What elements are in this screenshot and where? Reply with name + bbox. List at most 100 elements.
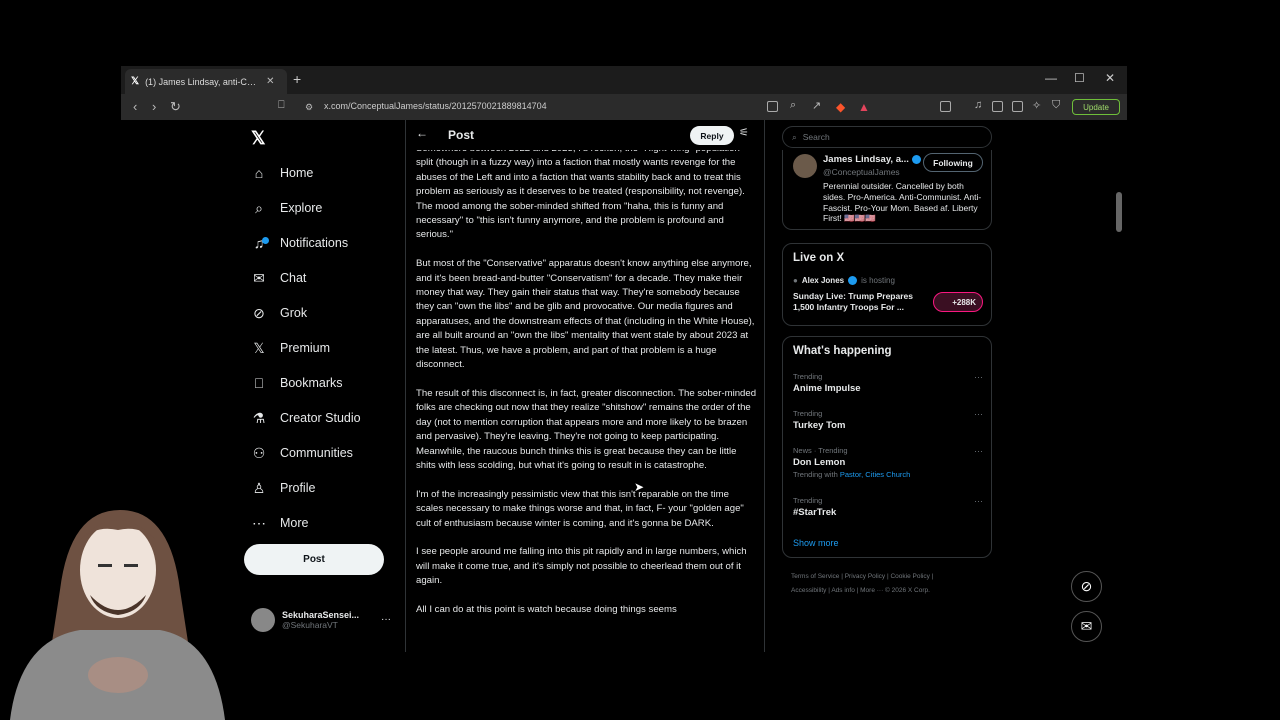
trend-meta: News · Trending bbox=[793, 446, 848, 455]
leo-icon[interactable]: ✧ bbox=[1032, 99, 1041, 112]
post-paragraph: Somewhere between 2022 and 2023, I'd rec… bbox=[416, 143, 745, 241]
nav-label: Creator Studio bbox=[280, 411, 361, 425]
nav-more[interactable]: ⋯ More bbox=[251, 511, 308, 535]
trend-item[interactable]: Trending Anime Impulse ··· bbox=[793, 372, 983, 394]
trend-more-icon[interactable]: ··· bbox=[974, 446, 983, 456]
verified-badge-icon bbox=[848, 276, 858, 285]
browser-window: 𝕏 (1) James Lindsay, anti-Commun ✕ + — ☐… bbox=[121, 66, 1127, 652]
x-home-logo-icon[interactable]: 𝕏 bbox=[251, 128, 266, 149]
new-tab-icon[interactable]: + bbox=[293, 71, 301, 87]
close-window-icon[interactable]: ✕ bbox=[1105, 71, 1115, 85]
account-more-icon[interactable]: ··· bbox=[381, 614, 391, 625]
post-paragraph: I see people around me falling into this… bbox=[416, 546, 747, 587]
nav-label: Notifications bbox=[280, 236, 349, 250]
nav-label: Premium bbox=[280, 341, 331, 355]
address-bar[interactable]: x.com/ConceptualJames/status/20125700218… bbox=[324, 101, 547, 111]
trend-item[interactable]: Trending Turkey Tom ··· bbox=[793, 409, 983, 431]
messages-fab-icon[interactable]: ✉ bbox=[1071, 611, 1102, 642]
show-more-link[interactable]: Show more bbox=[793, 538, 839, 548]
nav-creator-studio[interactable]: ⚗ Creator Studio bbox=[251, 406, 361, 430]
host-avatar-icon: ● bbox=[793, 276, 798, 285]
close-tab-icon[interactable]: ✕ bbox=[266, 76, 274, 87]
reload-icon[interactable]: ↻ bbox=[170, 99, 181, 115]
nav-chat[interactable]: ✉ Chat bbox=[251, 266, 306, 290]
trend-item[interactable]: News · Trending Don Lemon Trending with … bbox=[793, 446, 983, 479]
back-arrow-icon[interactable]: ‹ bbox=[133, 99, 137, 114]
nav-notifications[interactable]: ♫ Notifications bbox=[251, 231, 348, 255]
cast-icon[interactable] bbox=[767, 101, 778, 112]
notification-badge bbox=[262, 237, 269, 244]
zoom-icon[interactable]: ⌕ bbox=[790, 99, 796, 112]
home-icon: ⌂ bbox=[254, 165, 264, 181]
nav-communities[interactable]: ⚇ Communities bbox=[251, 441, 353, 465]
scrollbar[interactable] bbox=[1115, 120, 1123, 652]
active-tab[interactable]: 𝕏 (1) James Lindsay, anti-Commun ✕ bbox=[125, 69, 287, 94]
extensions-icon[interactable] bbox=[940, 101, 951, 112]
trend-item[interactable]: Trending #StarTrek ··· bbox=[793, 496, 983, 518]
mouse-cursor-icon: ➤ bbox=[634, 480, 645, 494]
back-arrow-icon[interactable]: ← bbox=[416, 126, 428, 140]
trend-more-icon[interactable]: ··· bbox=[974, 496, 983, 506]
live-host: ● Alex Jones is hosting bbox=[793, 276, 895, 285]
bookmark-icon: ⎕ bbox=[254, 374, 264, 391]
nav-bookmarks[interactable]: ⎕ Bookmarks bbox=[251, 371, 343, 395]
nav-label: Explore bbox=[280, 201, 323, 215]
scrollbar-thumb[interactable] bbox=[1116, 192, 1122, 232]
post-header: ← Post Reply ⚟ bbox=[406, 120, 764, 150]
following-button[interactable]: Following bbox=[923, 153, 983, 172]
trend-more-icon[interactable]: ··· bbox=[974, 409, 983, 419]
share-icon[interactable]: ↗ bbox=[812, 99, 821, 112]
grok-icon: ⊘ bbox=[253, 304, 265, 321]
author-name[interactable]: James Lindsay, a... bbox=[823, 154, 921, 165]
wallet-icon[interactable] bbox=[1012, 101, 1023, 112]
brave-shield-icon[interactable]: ◆ bbox=[836, 100, 845, 114]
maximize-icon[interactable]: ☐ bbox=[1074, 71, 1085, 85]
settings-sliders-icon[interactable]: ⚟ bbox=[739, 126, 749, 139]
footer-line[interactable]: Accessibility | Ads info | More ··· © 20… bbox=[791, 584, 991, 598]
trend-related: Trending with Pastor, Cities Church bbox=[793, 470, 983, 479]
update-button[interactable]: Update bbox=[1072, 99, 1120, 115]
vtuber-avatar bbox=[10, 510, 225, 720]
trend-related-link[interactable]: Pastor, Cities Church bbox=[840, 470, 910, 479]
account-switcher[interactable]: SekuharaSensei... @SekuharaVT bbox=[251, 608, 359, 632]
nav-profile[interactable]: ♙ Profile bbox=[251, 476, 316, 500]
nav-label: Communities bbox=[280, 446, 353, 460]
nav-grok[interactable]: ⊘ Grok bbox=[251, 301, 307, 325]
post-button[interactable]: Post bbox=[244, 544, 384, 575]
reply-button[interactable]: Reply bbox=[690, 126, 734, 145]
forward-arrow-icon[interactable]: › bbox=[152, 99, 156, 114]
tab-bar: 𝕏 (1) James Lindsay, anti-Commun ✕ + — ☐… bbox=[121, 66, 1127, 94]
author-bio: Perennial outsider. Cancelled by both si… bbox=[823, 181, 982, 224]
listener-count: +288K bbox=[933, 292, 983, 312]
grok-fab-icon[interactable]: ⊘ bbox=[1071, 571, 1102, 602]
nav-explore[interactable]: ⌕ Explore bbox=[251, 196, 322, 220]
search-icon: ⌕ bbox=[792, 131, 797, 142]
site-info-icon[interactable]: ⚙ bbox=[305, 102, 313, 113]
flask-icon: ⚗ bbox=[252, 409, 266, 426]
search-input[interactable]: ⌕ Search bbox=[782, 126, 992, 148]
minimize-icon[interactable]: — bbox=[1045, 71, 1057, 85]
mail-icon: ✉ bbox=[253, 269, 265, 286]
bookmark-page-icon[interactable]: ⎕ bbox=[278, 99, 285, 112]
footer-links: Terms of Service | Privacy Policy | Cook… bbox=[791, 570, 991, 598]
post-column: Somewhere between 2022 and 2023, I'd rec… bbox=[405, 120, 765, 652]
nav-label: Chat bbox=[280, 271, 307, 285]
post-paragraph: The result of this disconnect is, in fac… bbox=[416, 387, 757, 471]
page-title: Post bbox=[448, 128, 475, 142]
trend-name: Turkey Tom bbox=[793, 420, 846, 431]
author-avatar[interactable] bbox=[793, 154, 817, 178]
brave-rewards-icon[interactable]: ▲ bbox=[858, 100, 870, 114]
live-heading: Live on X bbox=[793, 252, 845, 264]
trend-meta: Trending bbox=[793, 496, 823, 505]
sidebar-icon[interactable] bbox=[992, 101, 1003, 112]
live-card[interactable]: Live on X ● Alex Jones is hosting Sunday… bbox=[782, 243, 992, 326]
footer-line[interactable]: Terms of Service | Privacy Policy | Cook… bbox=[791, 570, 991, 584]
post-paragraph: But most of the "Conservative" apparatus… bbox=[416, 258, 755, 371]
trend-more-icon[interactable]: ··· bbox=[974, 372, 983, 382]
nav-home[interactable]: ⌂ Home bbox=[251, 161, 314, 185]
trend-meta: Trending bbox=[793, 409, 823, 418]
vpn-icon[interactable]: ⛉ bbox=[1052, 99, 1060, 112]
music-icon[interactable]: ♫ bbox=[974, 99, 982, 111]
nav-premium[interactable]: 𝕏 Premium bbox=[251, 336, 330, 360]
trend-name: Anime Impulse bbox=[793, 383, 861, 394]
